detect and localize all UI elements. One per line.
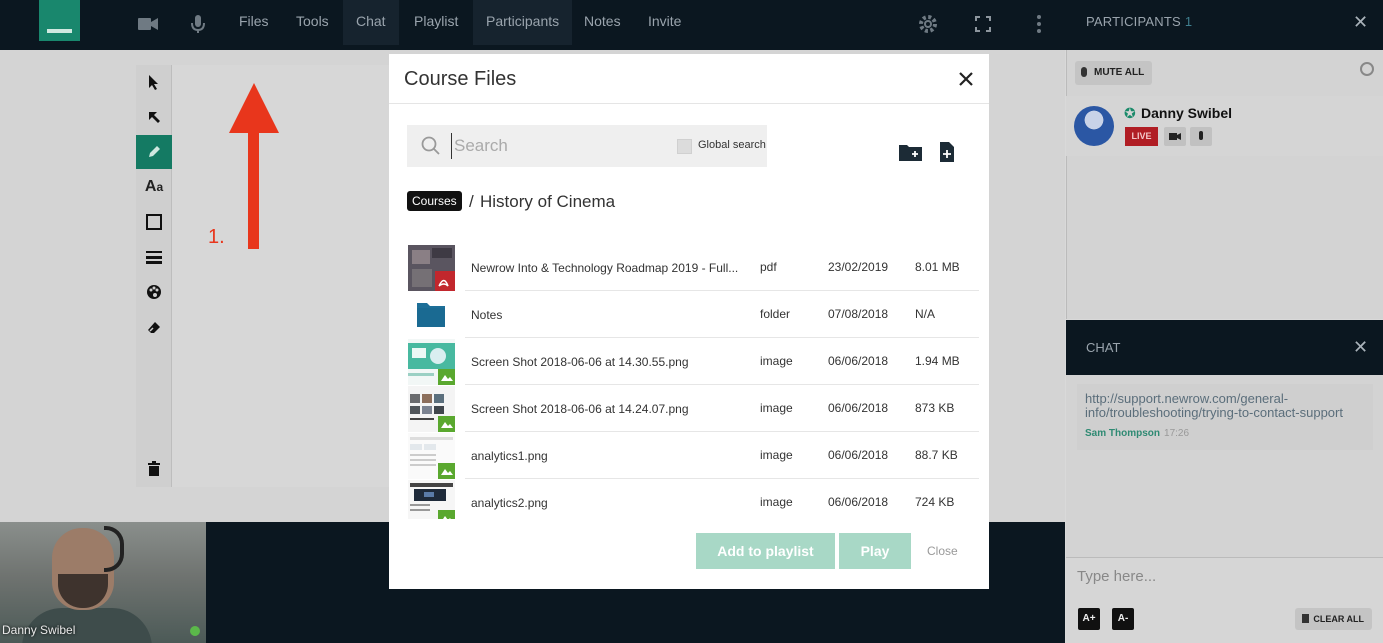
modal-header: Course Files xyxy=(389,54,989,104)
chat-title: CHAT xyxy=(1086,340,1121,355)
file-size: 724 KB xyxy=(915,495,955,509)
file-size: 873 KB xyxy=(915,401,955,415)
host-star-icon: ✪ xyxy=(1124,105,1136,121)
file-size: 8.01 MB xyxy=(915,260,960,274)
close-icon[interactable] xyxy=(954,67,978,91)
table-row[interactable]: analytics2.png image 06/06/2018 724 KB xyxy=(407,479,979,519)
participant-camera-icon[interactable] xyxy=(1164,127,1186,146)
file-date: 06/06/2018 xyxy=(828,401,889,415)
file-name: analytics2.png xyxy=(471,496,548,510)
mute-all-button[interactable]: MUTE ALL xyxy=(1075,61,1152,85)
close-button[interactable]: Close xyxy=(927,544,958,558)
file-date: 06/06/2018 xyxy=(828,495,889,509)
search-icon xyxy=(421,136,441,161)
file-name: Screen Shot 2018-06-06 at 14.30.55.png xyxy=(471,355,689,369)
table-row[interactable]: analytics1.png image 06/06/2018 88.7 KB xyxy=(407,432,979,479)
mute-all-label: MUTE ALL xyxy=(1094,67,1145,78)
new-file-icon[interactable] xyxy=(937,140,963,164)
file-type: pdf xyxy=(760,260,777,274)
modal-title: Course Files xyxy=(404,68,517,90)
folder-icon xyxy=(408,292,455,338)
participant-mic-icon[interactable] xyxy=(1190,127,1212,146)
file-type: image xyxy=(760,354,793,368)
course-files-modal: Course Files Global search Courses / His… xyxy=(389,54,989,589)
image-thumb xyxy=(408,433,455,479)
chat-message-meta: Sam Thompson 17:26 xyxy=(1085,428,1365,439)
file-date: 06/06/2018 xyxy=(828,354,889,368)
search-bar: Global search xyxy=(407,125,767,167)
file-name: Newrow Into & Technology Roadmap 2019 - … xyxy=(471,261,739,275)
file-type: image xyxy=(760,448,793,462)
breadcrumb-separator: / xyxy=(469,192,474,211)
step-1-label: 1. xyxy=(208,226,225,248)
clear-all-button[interactable]: CLEAR ALL xyxy=(1295,608,1372,630)
search-input[interactable] xyxy=(451,133,661,159)
file-list: Newrow Into & Technology Roadmap 2019 - … xyxy=(407,244,979,519)
breadcrumb-root[interactable]: Courses xyxy=(407,191,462,211)
table-row[interactable]: Newrow Into & Technology Roadmap 2019 - … xyxy=(407,244,979,291)
file-name: Screen Shot 2018-06-06 at 14.24.07.png xyxy=(471,402,689,416)
chat-message-time: 17:26 xyxy=(1164,428,1190,439)
chat-input[interactable]: Type here... xyxy=(1077,568,1156,585)
chat-message-text: http://support.newrow.com/general-info/t… xyxy=(1085,391,1343,420)
image-thumb xyxy=(408,480,455,519)
image-thumb xyxy=(408,386,455,432)
table-row[interactable]: Screen Shot 2018-06-06 at 14.24.07.png i… xyxy=(407,385,979,432)
add-to-playlist-button[interactable]: Add to playlist xyxy=(696,533,835,569)
file-type: image xyxy=(760,401,793,415)
file-size: 1.94 MB xyxy=(915,354,960,368)
close-chat-icon[interactable]: ✕ xyxy=(1353,337,1368,358)
file-date: 07/08/2018 xyxy=(828,307,889,321)
chat-message: http://support.newrow.com/general-info/t… xyxy=(1077,384,1373,450)
live-badge: LIVE xyxy=(1125,127,1158,146)
file-size: 88.7 KB xyxy=(915,448,958,462)
font-increase-button[interactable]: A+ xyxy=(1078,608,1100,630)
mic-icon xyxy=(1081,67,1087,77)
file-type: folder xyxy=(760,307,791,321)
table-row[interactable]: Notes folder 07/08/2018 N/A xyxy=(407,291,979,338)
file-name: Notes xyxy=(471,308,503,322)
participants-panel xyxy=(1066,50,1383,319)
participant-name: Danny Swibel xyxy=(1141,105,1233,121)
avatar xyxy=(1074,106,1114,146)
image-thumb xyxy=(408,339,455,385)
arrow-1 xyxy=(229,83,279,249)
table-row[interactable]: Screen Shot 2018-06-06 at 14.30.55.png i… xyxy=(407,338,979,385)
participant-search-icon[interactable] xyxy=(1360,62,1374,76)
pdf-thumb xyxy=(408,245,455,291)
font-decrease-button[interactable]: A- xyxy=(1112,608,1134,630)
play-button[interactable]: Play xyxy=(839,533,911,569)
global-search-label: Global search xyxy=(698,139,766,151)
breadcrumb-current: History of Cinema xyxy=(480,192,616,211)
file-name: analytics1.png xyxy=(471,449,548,463)
global-search-checkbox[interactable] xyxy=(677,139,692,154)
file-size: N/A xyxy=(915,307,936,321)
file-type: image xyxy=(760,495,793,509)
new-folder-icon[interactable] xyxy=(898,140,924,164)
chat-message-author: Sam Thompson xyxy=(1085,428,1161,439)
file-date: 23/02/2019 xyxy=(828,260,889,274)
file-date: 06/06/2018 xyxy=(828,448,889,462)
